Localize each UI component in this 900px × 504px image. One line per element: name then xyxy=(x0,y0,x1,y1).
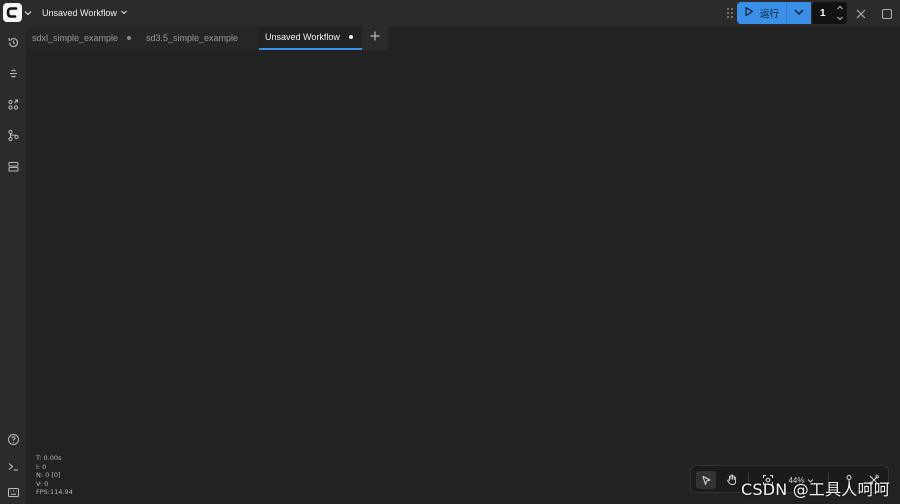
maximize-icon[interactable] xyxy=(881,7,893,20)
batch-count-value: 1 xyxy=(820,7,826,19)
close-icon[interactable] xyxy=(855,7,867,19)
play-icon xyxy=(744,6,754,20)
node-library-icon[interactable] xyxy=(6,97,20,111)
chevron-down-icon xyxy=(120,8,128,18)
unsaved-dot-icon xyxy=(349,35,353,39)
run-options-button[interactable] xyxy=(786,2,811,24)
unsaved-dot-icon xyxy=(127,36,131,40)
pan-tool-button[interactable] xyxy=(722,471,742,489)
model-library-icon[interactable] xyxy=(6,128,20,142)
workflow-title-menu[interactable]: Unsaved Workflow xyxy=(42,0,128,26)
workflow-tabs: sdxl_simple_example sd3.5_simple_example… xyxy=(26,26,388,50)
help-icon[interactable] xyxy=(6,432,20,446)
select-tool-button[interactable] xyxy=(696,471,716,489)
drag-handle-icon[interactable] xyxy=(725,6,735,20)
chevron-down-icon[interactable] xyxy=(23,6,33,18)
stat-i: I: 0 xyxy=(36,462,47,471)
stat-fps: FPS:114.94 xyxy=(36,488,73,497)
keyboard-icon[interactable] xyxy=(6,485,20,499)
stat-time: T: 0.00s xyxy=(36,454,62,462)
terminal-icon[interactable] xyxy=(6,459,20,473)
batch-count-input[interactable]: 1 xyxy=(812,2,847,24)
chevron-up-icon[interactable] xyxy=(836,4,844,11)
stat-nodes: N: 0 [0] xyxy=(36,471,61,480)
run-label: 运行 xyxy=(760,9,780,20)
tab-label: sd3.5_simple_example xyxy=(146,33,239,43)
workflows-icon[interactable] xyxy=(6,159,20,173)
top-menubar: Unsaved Workflow 运行 1 xyxy=(0,0,900,26)
queue-icon[interactable] xyxy=(6,66,20,80)
render-stats: T: 0.00s I: 0 N: 0 [0] V: 0 FPS:114.94 xyxy=(36,454,73,497)
stat-v: V: 0 xyxy=(36,479,49,488)
csdn-watermark: CSDN @工具人呵呵 xyxy=(741,480,890,499)
tab-sdxl-simple-example[interactable]: sdxl_simple_example xyxy=(26,26,140,50)
tab-sd3-5-simple-example[interactable]: sd3.5_simple_example xyxy=(140,26,259,50)
hand-icon xyxy=(727,474,737,485)
workflow-title: Unsaved Workflow xyxy=(42,8,117,18)
tab-label: sdxl_simple_example xyxy=(32,33,119,43)
chevron-down-icon[interactable] xyxy=(836,15,844,22)
tab-unsaved-workflow[interactable]: Unsaved Workflow xyxy=(259,26,362,50)
sidebar xyxy=(0,26,26,504)
plus-icon xyxy=(369,29,381,47)
new-tab-button[interactable] xyxy=(362,26,388,50)
history-icon[interactable] xyxy=(6,35,20,49)
pointer-icon xyxy=(702,475,710,485)
chevron-down-icon xyxy=(793,4,805,22)
graph-canvas[interactable] xyxy=(26,50,900,504)
tab-label: Unsaved Workflow xyxy=(265,32,340,42)
batch-stepper[interactable] xyxy=(835,4,845,22)
comfy-logo[interactable] xyxy=(3,3,22,22)
